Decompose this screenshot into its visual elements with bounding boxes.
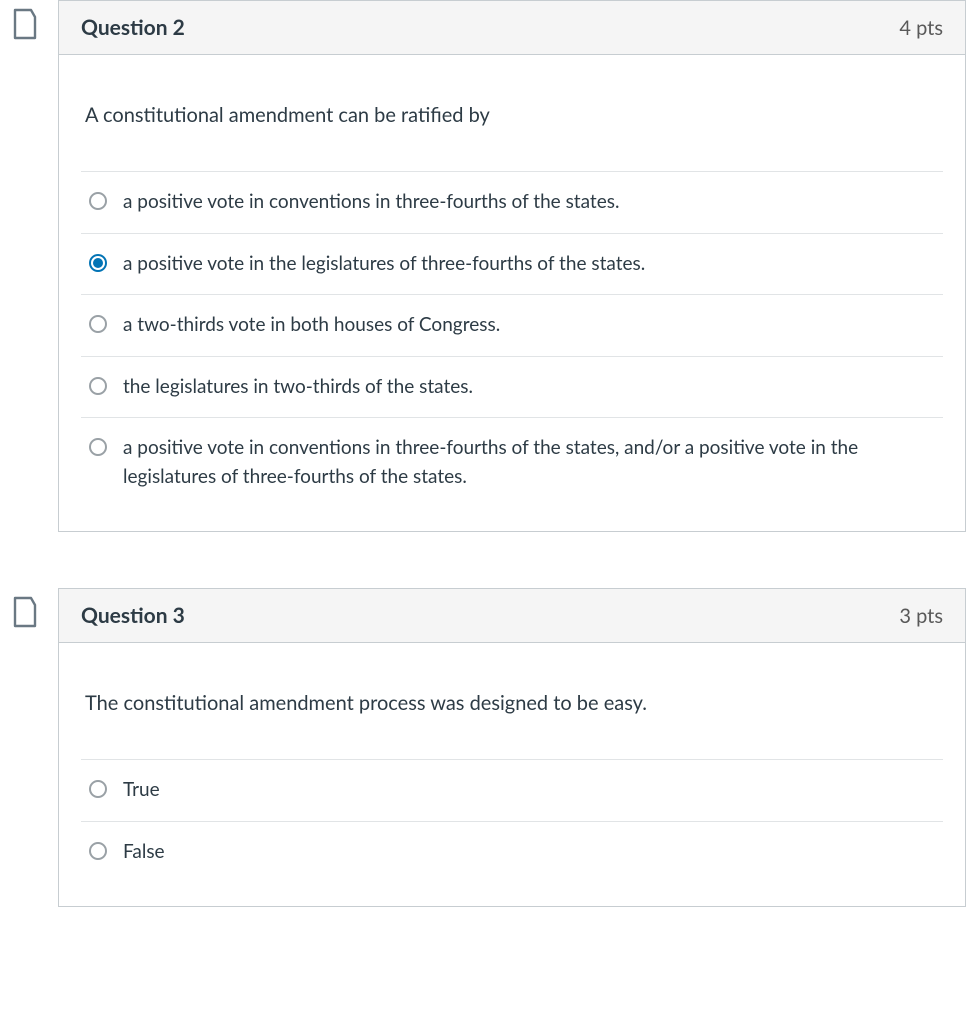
question-points: 4 pts <box>899 16 943 40</box>
bookmark-column <box>12 588 40 628</box>
question-body: A constitutional amendment can be ratifi… <box>59 55 965 531</box>
radio-input[interactable] <box>89 192 107 210</box>
radio-input[interactable] <box>89 377 107 395</box>
option-label: True <box>123 776 160 805</box>
option-label: a positive vote in conventions in three-… <box>123 434 935 491</box>
radio-input[interactable] <box>89 438 107 456</box>
question-body: The constitutional amendment process was… <box>59 643 965 906</box>
option-label: the legislatures in two-thirds of the st… <box>123 373 473 402</box>
question-prompt: A constitutional amendment can be ratifi… <box>85 103 943 127</box>
option-row[interactable]: a positive vote in conventions in three-… <box>81 171 943 233</box>
quiz-page: Question 2 4 pts A constitutional amendm… <box>0 0 978 927</box>
question-card: Question 2 4 pts A constitutional amendm… <box>58 0 966 532</box>
question-card: Question 3 3 pts The constitutional amen… <box>58 588 966 907</box>
bookmark-icon[interactable] <box>12 8 40 40</box>
option-label: a positive vote in conventions in three-… <box>123 188 619 217</box>
option-row[interactable]: False <box>81 821 943 883</box>
radio-input[interactable] <box>89 254 107 272</box>
question-block: Question 3 3 pts The constitutional amen… <box>12 588 966 907</box>
radio-input[interactable] <box>89 315 107 333</box>
option-label: a two-thirds vote in both houses of Cong… <box>123 311 500 340</box>
bookmark-column <box>12 0 40 40</box>
question-title: Question 3 <box>81 603 185 628</box>
radio-input[interactable] <box>89 780 107 798</box>
option-row[interactable]: True <box>81 759 943 821</box>
question-block: Question 2 4 pts A constitutional amendm… <box>12 0 966 532</box>
option-row[interactable]: a positive vote in the legislatures of t… <box>81 233 943 295</box>
option-row[interactable]: a positive vote in conventions in three-… <box>81 417 943 507</box>
question-header: Question 2 4 pts <box>59 1 965 55</box>
question-prompt: The constitutional amendment process was… <box>85 691 943 715</box>
bookmark-icon[interactable] <box>12 596 40 628</box>
options-list: a positive vote in conventions in three-… <box>81 171 943 507</box>
question-header: Question 3 3 pts <box>59 589 965 643</box>
radio-input[interactable] <box>89 842 107 860</box>
option-row[interactable]: the legislatures in two-thirds of the st… <box>81 356 943 418</box>
option-row[interactable]: a two-thirds vote in both houses of Cong… <box>81 294 943 356</box>
option-label: False <box>123 838 165 867</box>
question-title: Question 2 <box>81 15 185 40</box>
options-list: True False <box>81 759 943 882</box>
option-label: a positive vote in the legislatures of t… <box>123 250 645 279</box>
question-points: 3 pts <box>899 604 943 628</box>
